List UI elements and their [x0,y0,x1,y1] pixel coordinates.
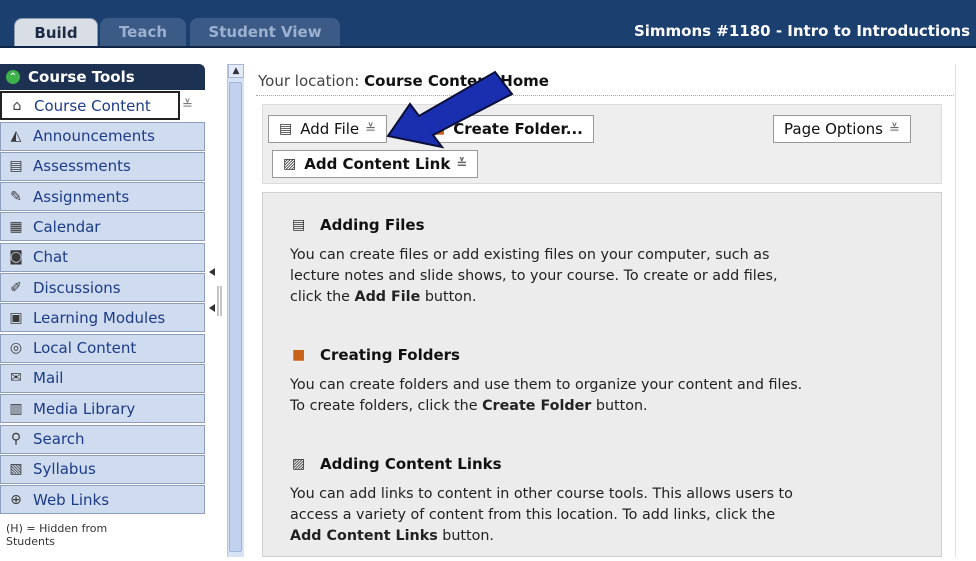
scroll-up-icon[interactable]: ▲ [228,64,244,78]
section-text: You can add links to content in other co… [290,486,793,523]
sidebar-item-label: Announcements [33,127,155,146]
folder-icon: ■ [292,347,306,363]
sidebar-item-local-content[interactable]: ◎ Local Content [0,333,205,363]
section-body: You can create files or add existing fil… [290,245,810,308]
sidebar-item-web-links[interactable]: ⊕ Web Links [0,485,205,515]
top-bar: Build Teach Student View Simmons #1180 -… [0,0,976,48]
add-file-label: Add File [300,120,360,138]
sidebar-item-announcements[interactable]: ◭ Announcements [0,121,205,151]
create-folder-label: Create Folder... [453,120,583,138]
sidebar-item-search[interactable]: ⚲ Search [0,424,205,454]
location-value: Course Content Home [364,72,549,90]
content-link-icon: ▨ [292,456,306,472]
sidebar-item-discussions[interactable]: ✐ Discussions [0,273,205,303]
section-title-text: Creating Folders [320,346,460,364]
calendar-icon: ▦ [9,218,23,235]
location-label: Your location: [258,72,360,90]
sidebar-item-mail[interactable]: ✉ Mail [0,363,205,393]
section-body: You can create folders and use them to o… [290,375,810,417]
section-text: button. [437,528,494,544]
assessment-icon: ▤ [9,158,23,175]
section-bold: Create Folder [482,398,592,414]
sidebar-item-label: Media Library [33,399,136,418]
assignment-icon: ✎ [10,188,22,205]
add-content-link-button[interactable]: ▨ Add Content Link ≚ [272,150,479,178]
chevron-down-icon: ≚ [888,121,900,137]
sidebar-item-label: Mail [33,369,64,388]
sidebar-item-label: Course Content [34,96,151,115]
sidebar-item-label: Learning Modules [33,308,166,327]
page-options-label: Page Options [784,120,883,138]
section-title: ▨ Adding Content Links [292,455,502,473]
divider [256,95,976,96]
section-title-text: Adding Files [320,216,425,234]
section-body: You can add links to content in other co… [290,484,810,547]
file-icon: ▤ [292,217,306,233]
sidebar-item-chat[interactable]: ◙ Chat [0,242,205,272]
sidebar-item-label: Search [33,430,85,449]
section-title: ■ Creating Folders [292,346,460,364]
create-folder-button[interactable]: ■ Create Folder... [421,115,594,143]
add-content-link-label: Add Content Link [304,155,451,173]
sidebar-splitter[interactable] [205,64,227,557]
tab-build[interactable]: Build [14,18,98,46]
page-options-button[interactable]: Page Options ≚ [773,115,911,143]
sidebar-item-label: Chat [33,248,69,267]
sidebar-item-media-library[interactable]: ▥ Media Library [0,394,205,424]
sidebar-item-label: Discussions [33,278,121,297]
right-edge [955,64,976,557]
course-title: Simmons #1180 - Intro to Introductions [633,22,970,40]
chevron-down-icon: ≚ [456,156,468,172]
syllabus-icon: ▧ [9,461,23,478]
sidebar-scrollbar[interactable]: ▲ [227,64,244,557]
section-text: button. [420,289,477,305]
section-title: ▤ Adding Files [292,216,425,234]
collapse-icon[interactable]: ⌃ [6,70,20,84]
media-icon: ▥ [9,400,23,417]
sidebar-item-assignments[interactable]: ✎ Assignments [0,182,205,212]
sidebar-item-label: Assignments [33,187,130,206]
sidebar-item-label: Assessments [33,157,131,176]
megaphone-icon: ◭ [10,128,22,145]
search-icon: ⚲ [10,431,22,448]
add-file-button[interactable]: ▤ Add File ≚ [268,115,388,143]
course-tools-header[interactable]: ⌃ Course Tools [0,64,205,90]
breadcrumb: Your location: Course Content Home [258,72,549,90]
pin-icon: ✐ [10,279,22,296]
course-tools-title: Course Tools [28,68,135,86]
splitter-handle-icon[interactable] [205,64,227,557]
scroll-thumb[interactable] [229,82,242,552]
sidebar-item-syllabus[interactable]: ▧ Syllabus [0,454,205,484]
section-bold: Add File [354,289,421,305]
home-icon: ⌂ [12,97,22,114]
hidden-note: (H) = Hidden from Students [6,522,108,548]
section-title-text: Adding Content Links [320,455,502,473]
section-text: button. [591,398,648,414]
chat-icon: ◙ [9,249,23,266]
content-link-icon: ▨ [283,156,297,172]
section-bold: Add Content Links [290,528,438,544]
tab-teach[interactable]: Teach [100,18,186,46]
sidebar-item-learning-modules[interactable]: ▣ Learning Modules [0,303,205,333]
module-icon: ▣ [9,309,23,326]
mail-icon: ✉ [10,370,22,387]
web-links-icon: ⊕ [10,491,22,508]
sidebar-item-label: Web Links [33,490,110,509]
chevron-down-icon[interactable]: ≚ [182,98,193,113]
sidebar-item-label: Local Content [33,339,137,358]
file-icon: ▤ [279,121,293,137]
sidebar-item-course-content[interactable]: ⌂ Course Content ≚ [0,91,193,121]
tab-student-view[interactable]: Student View [190,18,340,46]
sidebar-item-calendar[interactable]: ▦ Calendar [0,212,205,242]
local-content-icon: ◎ [9,340,23,357]
course-tools-sidebar: ⌃ Course Tools ⌂ Course Content ≚ ◭ Annou… [0,64,205,557]
chevron-down-icon: ≚ [365,121,377,137]
folder-icon: ■ [432,121,446,137]
sidebar-item-label: Calendar [33,217,101,236]
sidebar-item-label: Syllabus [33,460,96,479]
sidebar-item-assessments[interactable]: ▤ Assessments [0,151,205,181]
